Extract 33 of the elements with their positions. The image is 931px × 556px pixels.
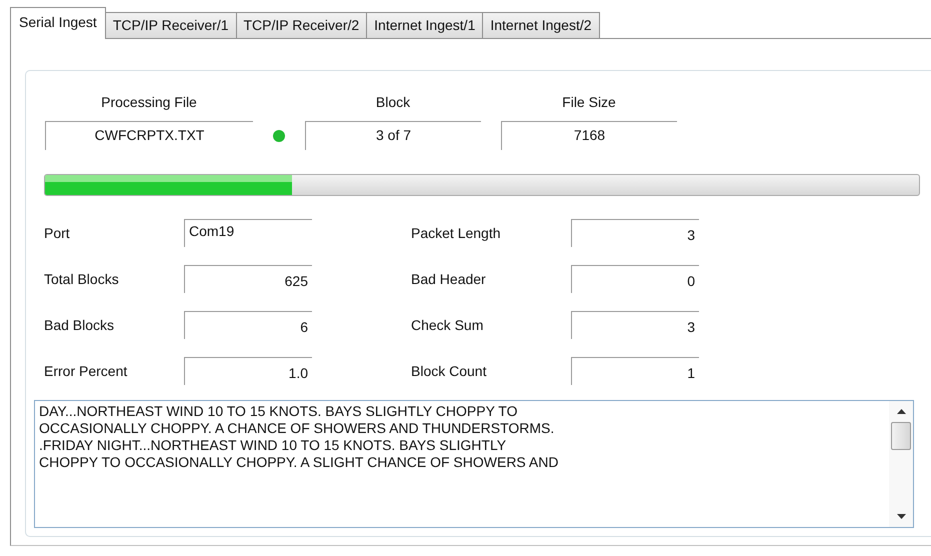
value-display: 3 of 7 — [305, 121, 481, 150]
field-label: Port — [44, 225, 71, 241]
value-field[interactable]: 625 — [184, 265, 312, 293]
value-field[interactable]: Com19 — [184, 219, 312, 247]
value-display: 7168 — [501, 121, 677, 150]
value-field[interactable]: 1.0 — [184, 357, 312, 385]
scroll-up-arrow-icon[interactable] — [896, 409, 906, 414]
tab[interactable]: Internet Ingest/2 — [482, 12, 600, 38]
column-heading: Processing File — [100, 93, 198, 112]
tab[interactable]: Serial Ingest — [10, 7, 106, 39]
column-heading: File Size — [561, 93, 617, 112]
value-field[interactable]: 0 — [571, 265, 699, 293]
field-label: Check Sum — [411, 317, 484, 333]
tab[interactable]: Internet Ingest/1 — [366, 12, 484, 38]
field-label: Bad Blocks — [44, 317, 116, 333]
log-text: DAY...NORTHEAST WIND 10 TO 15 KNOTS. BAYS SLIGHTLY CHOPPY TO OCCASIONALLY CHOPPY. A CHANCE OF SHOWERS AND THUNDERSTORMS. .FRIDAY NIGHT...NORTHEAST WIND 10 TO 15 KNOTS. BAYS SLIGHTLY CHOPPY TO OCCASIONALLY CHOPPY. A SLIGHT CHANCE OF SHOWERS AND — [39, 403, 560, 471]
column-heading: Block — [374, 93, 412, 112]
field-label: Block Count — [411, 363, 488, 379]
value-field[interactable]: 6 — [184, 311, 312, 339]
field-label: Error Percent — [44, 363, 128, 379]
field-label: Packet Length — [411, 225, 502, 241]
log-text-area[interactable] — [34, 400, 914, 528]
field-label: Bad Header — [411, 271, 487, 287]
value-field[interactable]: 3 — [571, 311, 699, 339]
value-field[interactable]: 1 — [571, 357, 699, 385]
scrollbar[interactable] — [889, 401, 913, 527]
scroll-thumb[interactable] — [891, 422, 911, 450]
field-label: Total Blocks — [44, 271, 120, 287]
value-field[interactable]: 3 — [571, 219, 699, 247]
tab[interactable]: TCP/IP Receiver/2 — [236, 12, 368, 38]
tab[interactable]: TCP/IP Receiver/1 — [104, 12, 236, 38]
value-display: CWFCRPTX.TXT — [45, 121, 253, 150]
scroll-down-arrow-icon[interactable] — [896, 514, 906, 519]
